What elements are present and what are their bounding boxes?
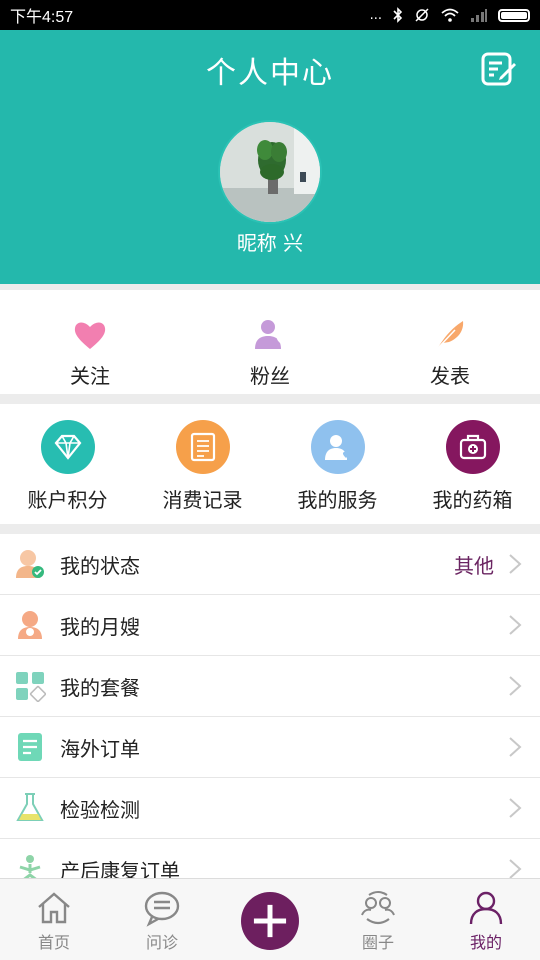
follow-button[interactable]: 关注 <box>0 290 180 394</box>
my-service-button[interactable]: 我的服务 <box>270 404 405 524</box>
battery-icon <box>498 8 530 22</box>
heart-icon <box>74 322 106 349</box>
tab-add[interactable] <box>216 879 324 960</box>
menu-list: 我的状态 其他 我的月嫂 我的套餐 海外订单 检验检测 产后康复订单 <box>0 534 540 900</box>
mute-icon <box>415 8 429 22</box>
medicine-box-button[interactable]: 我的药箱 <box>405 404 540 524</box>
signal-icon <box>471 9 487 22</box>
receipt-icon <box>190 432 215 462</box>
chevron-right-icon <box>509 676 522 696</box>
add-button[interactable] <box>241 892 299 950</box>
wifi-icon <box>441 8 459 22</box>
social-stats: 关注 粉丝 发表 <box>0 290 540 394</box>
chevron-right-icon <box>509 859 522 879</box>
menu-item-lab-test[interactable]: 检验检测 <box>0 778 540 839</box>
menu-item-nanny[interactable]: 我的月嫂 <box>0 595 540 656</box>
chevron-right-icon <box>509 737 522 757</box>
feather-icon <box>436 321 464 350</box>
fans-button[interactable]: 粉丝 <box>180 290 360 394</box>
flask-icon <box>16 793 44 821</box>
chevron-right-icon <box>509 615 522 635</box>
account-points-button[interactable]: 账户积分 <box>0 404 135 524</box>
overseas-order-icon <box>18 733 42 761</box>
avatar-photo <box>220 122 320 222</box>
more-dots-icon: ... <box>369 7 382 23</box>
edit-icon[interactable] <box>480 50 518 88</box>
publish-button[interactable]: 发表 <box>360 290 540 394</box>
bluetooth-icon <box>393 7 403 23</box>
nanny-icon <box>18 611 42 639</box>
tab-home[interactable]: 首页 <box>0 879 108 960</box>
profile-icon <box>469 891 503 925</box>
diamond-icon <box>54 434 81 460</box>
package-grid-icon <box>16 672 46 702</box>
avatar[interactable] <box>218 120 322 224</box>
chevron-right-icon <box>509 798 522 818</box>
tab-circle[interactable]: 圈子 <box>324 879 432 960</box>
quick-actions: 账户积分 消费记录 我的服务 我的药箱 <box>0 404 540 524</box>
medicine-box-icon <box>459 434 486 460</box>
tab-consult[interactable]: 问诊 <box>108 879 216 960</box>
fans-icon <box>255 320 284 349</box>
status-time: 下午4:57 <box>10 9 74 26</box>
menu-item-package[interactable]: 我的套餐 <box>0 656 540 717</box>
chat-icon <box>144 891 180 927</box>
bottom-tab-bar: 首页 问诊 圈子 我的 <box>0 878 540 960</box>
plus-icon <box>253 904 287 938</box>
status-value: 其他 <box>454 553 494 578</box>
service-user-icon <box>324 435 349 460</box>
nickname[interactable]: 昵称 兴 <box>0 227 540 256</box>
status-bar: 下午4:57 ... <box>0 0 540 30</box>
menu-item-overseas-order[interactable]: 海外订单 <box>0 717 540 778</box>
page-title: 个人中心 <box>206 56 334 91</box>
circle-icon <box>361 891 395 925</box>
consumption-records-button[interactable]: 消费记录 <box>135 404 270 524</box>
home-icon <box>38 892 70 924</box>
menu-item-status[interactable]: 我的状态 其他 <box>0 534 540 595</box>
tab-mine[interactable]: 我的 <box>432 879 540 960</box>
chevron-right-icon <box>509 554 522 574</box>
status-person-icon <box>16 550 44 578</box>
profile-header: 个人中心 昵称 兴 <box>0 30 540 284</box>
